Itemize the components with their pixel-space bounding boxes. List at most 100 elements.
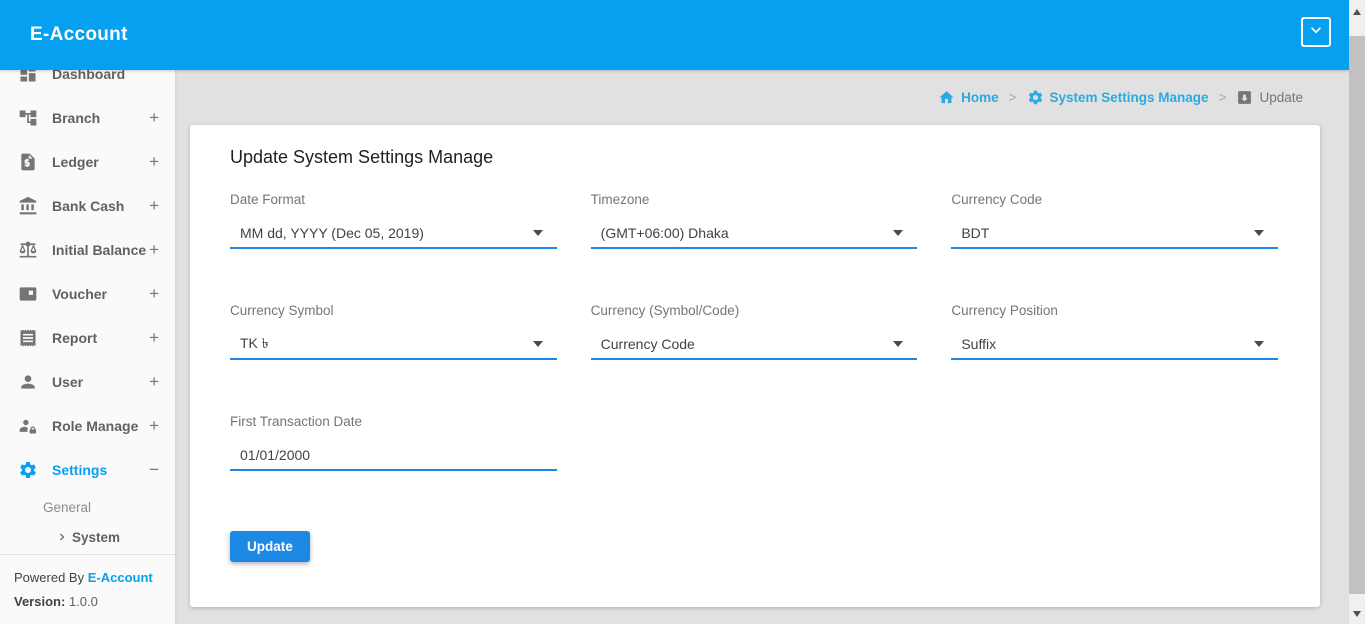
app-title: E-Account — [30, 24, 128, 46]
breadcrumb-home-link[interactable]: Home — [938, 89, 999, 106]
branch-tree-icon — [18, 108, 38, 128]
currency-position-select[interactable]: Suffix — [951, 330, 1278, 360]
date-format-select[interactable]: MM dd, YYYY (Dec 05, 2019) — [230, 219, 557, 249]
submenu-item-system[interactable]: System — [0, 522, 175, 552]
sidebar-footer: Powered By E-Account Version: 1.0.0 — [0, 554, 175, 624]
version-value: 1.0.0 — [69, 594, 98, 609]
expand-plus-icon: + — [149, 284, 159, 304]
caret-down-icon — [893, 230, 903, 236]
field-label: Currency Code — [951, 192, 1278, 207]
sidebar-item-label: Bank Cash — [52, 198, 149, 214]
field-label: Currency Position — [951, 303, 1278, 318]
report-receipt-icon — [18, 328, 38, 348]
expand-plus-icon: + — [149, 328, 159, 348]
chevron-right-icon — [55, 530, 69, 544]
collapse-minus-icon: − — [149, 460, 159, 480]
sidebar-item-label: Report — [52, 330, 149, 346]
powered-by-text: Powered By — [14, 570, 84, 585]
sidebar-item-label: User — [52, 374, 149, 390]
sidebar-item-label: Voucher — [52, 286, 149, 302]
timezone-select[interactable]: (GMT+06:00) Dhaka — [591, 219, 918, 249]
breadcrumb-current: Update — [1236, 89, 1303, 106]
expand-plus-icon: + — [149, 372, 159, 392]
update-box-icon — [1236, 89, 1253, 106]
settings-card: Update System Settings Manage Date Forma… — [190, 125, 1320, 607]
sidebar-item-branch[interactable]: Branch + — [0, 96, 175, 140]
currency-code-select[interactable]: BDT — [951, 219, 1278, 249]
field-currency-code: Currency Code BDT — [951, 192, 1278, 249]
sidebar-item-label: Role Manage — [52, 418, 149, 434]
version-line: Version: 1.0.0 — [14, 590, 161, 614]
currency-symbol-code-select[interactable]: Currency Code — [591, 330, 918, 360]
sidebar-item-label: Ledger — [52, 154, 149, 170]
scrollbar-thumb[interactable] — [1349, 36, 1365, 594]
field-currency-symbol-code: Currency (Symbol/Code) Currency Code — [591, 303, 918, 360]
field-label: Currency Symbol — [230, 303, 557, 318]
powered-by-brand-link[interactable]: E-Account — [88, 570, 153, 585]
bank-icon — [18, 196, 38, 216]
caret-down-icon — [1254, 341, 1264, 347]
app-header: E-Account — [0, 0, 1349, 70]
page-title: Update System Settings Manage — [230, 147, 1278, 168]
breadcrumb-separator: > — [1219, 90, 1227, 105]
breadcrumb: Home > System Settings Manage > Update — [175, 70, 1349, 125]
field-currency-position: Currency Position Suffix — [951, 303, 1278, 360]
main-content: Home > System Settings Manage > Update U… — [175, 70, 1349, 624]
sidebar-item-ledger[interactable]: Ledger + — [0, 140, 175, 184]
field-label: First Transaction Date — [230, 414, 557, 429]
expand-plus-icon: + — [149, 416, 159, 436]
user-icon — [18, 372, 38, 392]
browser-scrollbar[interactable] — [1349, 0, 1365, 624]
expand-plus-icon: + — [149, 196, 159, 216]
sidebar-item-bank-cash[interactable]: Bank Cash + — [0, 184, 175, 228]
first-transaction-date-input[interactable] — [230, 441, 557, 471]
gear-icon — [18, 460, 38, 480]
field-label: Date Format — [230, 192, 557, 207]
sidebar-item-voucher[interactable]: Voucher + — [0, 272, 175, 316]
sidebar: Dashboard Branch + Ledger + Bank Cash + — [0, 70, 175, 624]
field-date-format: Date Format MM dd, YYYY (Dec 05, 2019) — [230, 192, 557, 249]
role-lock-icon — [18, 416, 38, 436]
submenu-item-label: General — [43, 500, 91, 515]
header-dropdown-button[interactable] — [1301, 17, 1331, 47]
field-first-transaction-date: First Transaction Date — [230, 414, 557, 471]
field-label: Timezone — [591, 192, 918, 207]
ledger-icon — [18, 152, 38, 172]
settings-form: Date Format MM dd, YYYY (Dec 05, 2019) T… — [230, 192, 1278, 471]
expand-plus-icon: + — [149, 152, 159, 172]
field-timezone: Timezone (GMT+06:00) Dhaka — [591, 192, 918, 249]
sidebar-menu: Dashboard Branch + Ledger + Bank Cash + — [0, 52, 175, 552]
field-currency-symbol: Currency Symbol TK ৳ — [230, 303, 557, 360]
scroll-up-arrow-icon[interactable] — [1353, 9, 1361, 15]
field-label: Currency (Symbol/Code) — [591, 303, 918, 318]
submenu-item-label: System — [72, 530, 120, 545]
sidebar-item-label: Initial Balance — [52, 242, 149, 258]
caret-down-icon — [1254, 230, 1264, 236]
sidebar-item-settings[interactable]: Settings − — [0, 448, 175, 492]
sidebar-item-report[interactable]: Report + — [0, 316, 175, 360]
expand-plus-icon: + — [149, 240, 159, 260]
version-label: Version: — [14, 594, 65, 609]
scroll-down-arrow-icon[interactable] — [1353, 611, 1361, 617]
breadcrumb-section-link[interactable]: System Settings Manage — [1027, 89, 1209, 106]
caret-down-icon — [533, 341, 543, 347]
gear-icon — [1027, 89, 1044, 106]
update-button[interactable]: Update — [230, 531, 310, 562]
sidebar-item-initial-balance[interactable]: Initial Balance + — [0, 228, 175, 272]
settings-submenu: General System — [0, 492, 175, 552]
voucher-icon — [18, 284, 38, 304]
chevron-down-icon — [1306, 20, 1326, 45]
caret-down-icon — [533, 230, 543, 236]
sidebar-item-role-manage[interactable]: Role Manage + — [0, 404, 175, 448]
expand-plus-icon: + — [149, 108, 159, 128]
caret-down-icon — [893, 341, 903, 347]
sidebar-item-user[interactable]: User + — [0, 360, 175, 404]
sidebar-item-label: Branch — [52, 110, 149, 126]
currency-symbol-select[interactable]: TK ৳ — [230, 330, 557, 360]
submenu-item-general[interactable]: General — [0, 492, 175, 522]
sidebar-item-label: Settings — [52, 462, 149, 478]
home-icon — [938, 89, 955, 106]
breadcrumb-separator: > — [1009, 90, 1017, 105]
powered-by-line: Powered By E-Account — [14, 566, 161, 590]
balance-scale-icon — [18, 240, 38, 260]
